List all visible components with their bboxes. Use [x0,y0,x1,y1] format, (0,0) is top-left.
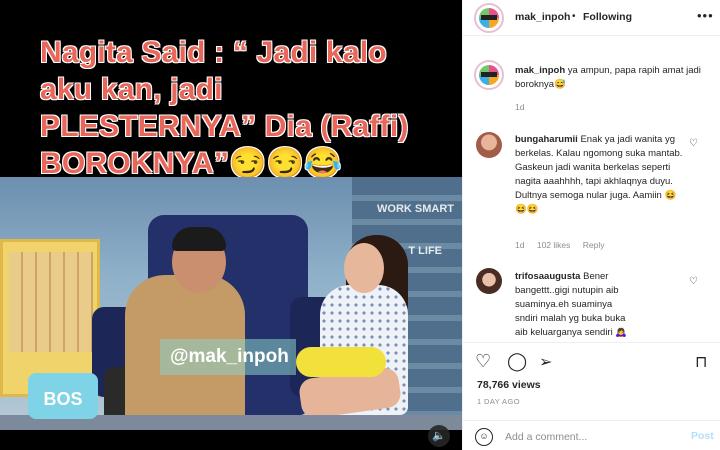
post-media[interactable]: Nagita Said : “ Jadi kalo aku kan, jadi … [0,0,462,450]
post-button[interactable]: Post [691,430,714,442]
post-side-panel: mak_inpoh • Following ••• mak_inpoh ya a… [462,0,720,450]
following-button[interactable]: Following [583,11,632,23]
post-date[interactable]: 1 DAY AGO [477,397,520,406]
caption-area: Nagita Said : “ Jadi kalo aku kan, jadi … [0,12,462,180]
comment-icon[interactable]: ◯ [507,351,527,372]
wall-text-2: T LIFE [408,245,442,257]
comment-username[interactable]: bungaharumii [515,134,578,145]
media-top-bar [0,0,462,12]
show-logo: BOS [28,373,98,419]
media-bottom-bar [0,430,462,450]
woman-face [344,243,384,293]
comment-input[interactable] [505,427,675,447]
list-item: bungaharumii Enak ya jadi wanita yg berk… [515,133,687,217]
like-comment-icon[interactable]: ♡ [689,138,698,149]
man-hair [172,227,226,251]
add-comment-bar: ☺ Post [463,420,720,450]
yellow-cushion [296,347,386,377]
caption-meta: 1d [515,102,534,112]
commenter-avatar[interactable] [476,132,502,158]
comment-likes[interactable]: 102 likes [537,240,571,250]
reply-button[interactable]: Reply [583,240,605,250]
post-actions: ♡ ◯ ➢ ⊓ 78,766 views 1 DAY AGO [463,342,720,412]
view-count[interactable]: 78,766 views [477,379,541,391]
video-caption-text: Nagita Said : “ Jadi kalo aku kan, jadi … [40,36,409,180]
comment-username[interactable]: trifosaaugusta [515,271,580,282]
post-header: mak_inpoh • Following ••• [463,0,720,36]
share-icon[interactable]: ➢ [539,352,552,372]
caption-comment: mak_inpoh ya ampun, papa rapih amat jadi… [515,64,711,92]
comment-meta: 1d 102 likes Reply [515,240,615,250]
caption-username[interactable]: mak_inpoh [515,65,565,76]
comment-text: Enak ya jadi wanita yg berkelas. Kalau n… [515,134,683,215]
watermark: @mak_inpoh [160,339,296,375]
separator-dot: • [572,11,576,22]
more-options-icon[interactable]: ••• [697,8,714,23]
avatar[interactable] [474,3,504,33]
list-item: trifosaaugusta Bener bangettt..gigi nutu… [515,270,635,340]
caption-time[interactable]: 1d [515,102,524,112]
like-comment-icon[interactable]: ♡ [689,276,698,287]
commenter-avatar[interactable] [476,268,502,294]
comments-list[interactable]: mak_inpoh ya ampun, papa rapih amat jadi… [463,46,720,342]
heart-icon[interactable]: ♡ [475,351,491,372]
header-username[interactable]: mak_inpoh [515,11,570,23]
comment-time[interactable]: 1d [515,240,524,250]
bookmark-icon[interactable]: ⊓ [695,352,707,372]
emoji-icon[interactable]: ☺ [475,428,493,446]
caption-avatar[interactable] [474,60,504,90]
speaker-icon[interactable]: 🔈 [428,425,450,447]
wall-text: WORK SMART [377,203,454,215]
video-frame: WORK SMART T LIFE BOS @mak_inpoh [0,177,462,430]
